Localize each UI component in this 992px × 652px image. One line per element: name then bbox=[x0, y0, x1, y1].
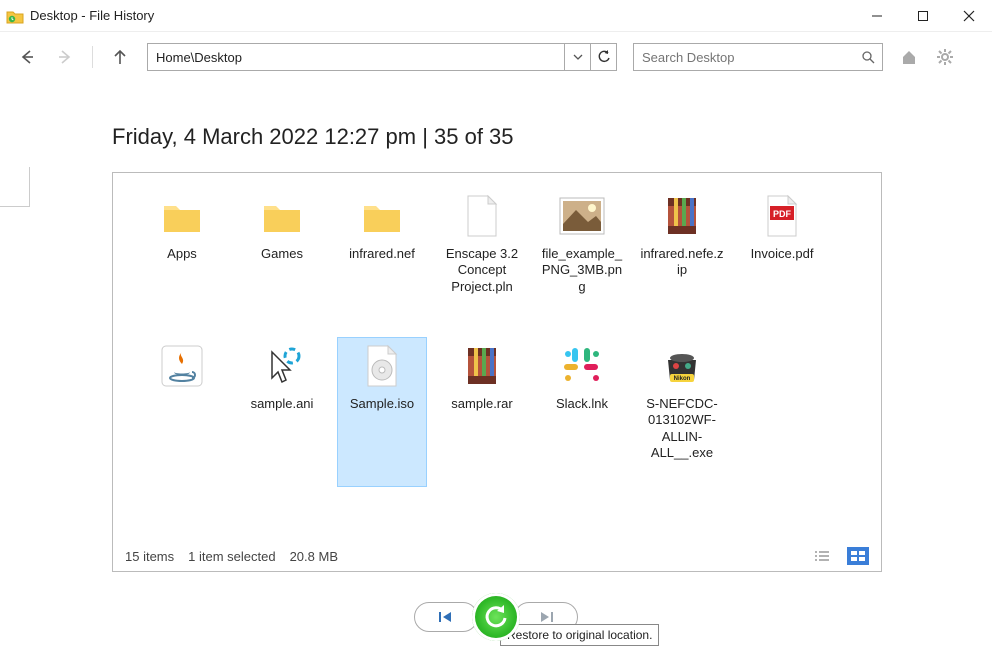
file-item[interactable]: Sample.iso bbox=[337, 337, 427, 487]
status-item-count: 15 items bbox=[125, 549, 174, 564]
file-item[interactable]: Apps bbox=[137, 187, 227, 337]
disc-icon bbox=[358, 342, 406, 390]
version-timestamp: Friday, 4 March 2022 12:27 pm | 35 of 35 bbox=[112, 124, 880, 150]
window-buttons bbox=[854, 0, 992, 32]
previous-version-button[interactable] bbox=[414, 602, 478, 632]
close-button[interactable] bbox=[946, 0, 992, 32]
refresh-button[interactable] bbox=[590, 44, 616, 70]
file-label: S-NEFCDC-013102WF-ALLIN-ALL__.exe bbox=[640, 396, 724, 461]
cursor-icon bbox=[258, 342, 306, 390]
address-bar[interactable]: Home\Desktop bbox=[147, 43, 617, 71]
details-view-button[interactable] bbox=[811, 547, 833, 565]
filehistory-app-icon bbox=[6, 7, 24, 25]
svg-text:PDF: PDF bbox=[773, 209, 792, 219]
file-label: Enscape 3.2 Concept Project.pln bbox=[440, 246, 524, 295]
file-label: Sample.iso bbox=[340, 396, 424, 412]
java-icon bbox=[158, 342, 206, 390]
restore-button[interactable] bbox=[472, 593, 520, 641]
slack-icon bbox=[558, 342, 606, 390]
file-label: Invoice.pdf bbox=[740, 246, 824, 262]
home-icon[interactable] bbox=[899, 47, 919, 67]
file-label: sample.ani bbox=[240, 396, 324, 412]
address-path[interactable]: Home\Desktop bbox=[148, 50, 564, 65]
file-item[interactable]: Slack.lnk bbox=[537, 337, 627, 487]
nikon-icon: Nikon bbox=[658, 342, 706, 390]
status-bar: 15 items 1 item selected 20.8 MB bbox=[113, 541, 881, 571]
status-size: 20.8 MB bbox=[290, 549, 338, 564]
content-pane: Apps Games infrared.nef Enscape 3.2 Concept… bbox=[112, 172, 882, 572]
file-label: Games bbox=[240, 246, 324, 262]
search-box[interactable] bbox=[633, 43, 883, 71]
file-item[interactable]: sample.rar bbox=[437, 337, 527, 487]
archive-icon bbox=[658, 192, 706, 240]
window-title: Desktop - File History bbox=[30, 8, 854, 23]
folder-icon bbox=[358, 192, 406, 240]
pdf-icon: PDF bbox=[758, 192, 806, 240]
file-item[interactable]: Enscape 3.2 Concept Project.pln bbox=[437, 187, 527, 337]
archive-icon bbox=[458, 342, 506, 390]
minimize-button[interactable] bbox=[854, 0, 900, 32]
file-item[interactable]: Games bbox=[237, 187, 327, 337]
sidebar-fragment bbox=[0, 167, 30, 207]
file-blank-icon bbox=[458, 192, 506, 240]
search-icon[interactable] bbox=[854, 50, 882, 64]
bottom-controls bbox=[0, 582, 992, 652]
file-label: Apps bbox=[140, 246, 224, 262]
file-item[interactable] bbox=[137, 337, 227, 487]
main-area: Friday, 4 March 2022 12:27 pm | 35 of 35… bbox=[0, 82, 992, 652]
restore-tooltip: Restore to original location. bbox=[500, 624, 659, 646]
file-label: infrared.nef bbox=[340, 246, 424, 262]
file-label: sample.rar bbox=[440, 396, 524, 412]
file-label: Slack.lnk bbox=[540, 396, 624, 412]
back-button[interactable] bbox=[16, 46, 38, 68]
file-item[interactable]: Nikon S-NEFCDC-013102WF-ALLIN-ALL__.exe bbox=[637, 337, 727, 487]
grid-view-button[interactable] bbox=[847, 547, 869, 565]
nav-divider bbox=[92, 46, 93, 68]
search-input[interactable] bbox=[634, 50, 854, 65]
folder-icon bbox=[158, 192, 206, 240]
folder-icon bbox=[258, 192, 306, 240]
file-item[interactable]: PDF Invoice.pdf bbox=[737, 187, 827, 337]
image-icon bbox=[558, 192, 606, 240]
toolbar: Home\Desktop bbox=[0, 32, 992, 82]
forward-button[interactable] bbox=[54, 46, 76, 68]
file-grid[interactable]: Apps Games infrared.nef Enscape 3.2 Concept… bbox=[113, 173, 881, 541]
address-dropdown-button[interactable] bbox=[564, 44, 590, 70]
titlebar: Desktop - File History bbox=[0, 0, 992, 32]
file-label: infrared.nefe.zip bbox=[640, 246, 724, 279]
file-item[interactable]: file_example_PNG_3MB.png bbox=[537, 187, 627, 337]
file-item[interactable]: infrared.nefe.zip bbox=[637, 187, 727, 337]
svg-text:Nikon: Nikon bbox=[674, 376, 691, 382]
maximize-button[interactable] bbox=[900, 0, 946, 32]
file-label: file_example_PNG_3MB.png bbox=[540, 246, 624, 295]
gear-icon[interactable] bbox=[935, 47, 955, 67]
up-button[interactable] bbox=[109, 46, 131, 68]
file-item[interactable]: infrared.nef bbox=[337, 187, 427, 337]
status-selected: 1 item selected bbox=[188, 549, 275, 564]
file-item[interactable]: sample.ani bbox=[237, 337, 327, 487]
